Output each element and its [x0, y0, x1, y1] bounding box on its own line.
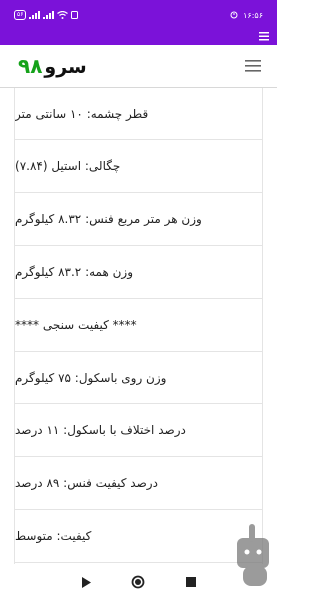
app-logo: ۹۸ سرو [18, 54, 87, 78]
square-recents-icon [185, 577, 196, 587]
battery-icon: ۵۶ [14, 10, 27, 20]
app-bar: ۹۸ سرو [0, 45, 277, 88]
list-item: **** کیفیت سنجی **** [15, 299, 262, 352]
top-strip [0, 30, 277, 45]
watermark-logo-icon [237, 524, 269, 586]
item-text: کیفیت: متوسط [15, 529, 92, 544]
item-text: چگالی: استیل (۷.۸۴) [15, 158, 121, 173]
list-item: درصد کیفیت فنس: ۸۹ درصد [15, 457, 262, 511]
circle-home-icon [132, 575, 145, 589]
item-text: وزن همه: ۸۳.۲ کیلوگرم [15, 264, 134, 279]
notification-icon [71, 11, 79, 19]
overflow-menu-icon[interactable] [259, 32, 269, 41]
logo-word: سرو [44, 56, 87, 78]
item-text: وزن هر متر مربع فنس: ۸.۳۲ کیلوگرم [15, 211, 202, 226]
logo-number: ۹۸ [18, 54, 43, 78]
list-item: وزن هر متر مربع فنس: ۸.۳۲ کیلوگرم [15, 193, 262, 246]
back-button[interactable] [74, 570, 98, 594]
status-clock-area: ۱۶:۵۶ [230, 11, 263, 20]
results-list[interactable]: قطر چشمه: ۱۰ سانتی متر چگالی: استیل (۷.۸… [14, 88, 263, 564]
triangle-back-icon [82, 576, 92, 588]
recents-button[interactable] [179, 570, 203, 594]
alarm-icon [230, 11, 238, 19]
list-item: چگالی: استیل (۷.۸۴) [15, 140, 262, 193]
list-item: درصد اختلاف با باسکول: ۱۱ درصد [15, 404, 262, 458]
item-text: درصد اختلاف با باسکول: ۱۱ درصد [15, 423, 186, 438]
signal-icon-2 [43, 11, 55, 19]
list-item: کیفیت: متوسط [15, 510, 262, 564]
item-text: درصد کیفیت فنس: ۸۹ درصد [15, 476, 158, 491]
list-item: قطر چشمه: ۱۰ سانتی متر [15, 88, 262, 140]
list-item: وزن همه: ۸۳.۲ کیلوگرم [15, 246, 262, 299]
list-item: وزن روی باسکول: ۷۵ کیلوگرم [15, 352, 262, 405]
status-bar: ۵۶ ۱۶:۵۶ [0, 0, 277, 30]
status-icons: ۵۶ [14, 10, 79, 20]
wifi-icon [57, 11, 69, 19]
item-text: قطر چشمه: ۱۰ سانتی متر [15, 106, 149, 121]
status-time: ۱۶:۵۶ [243, 10, 263, 20]
home-button[interactable] [126, 570, 150, 594]
item-text: **** کیفیت سنجی **** [15, 317, 137, 332]
hamburger-icon[interactable] [245, 60, 261, 72]
item-text: وزن روی باسکول: ۷۵ کیلوگرم [15, 370, 167, 385]
signal-icon [29, 11, 41, 19]
